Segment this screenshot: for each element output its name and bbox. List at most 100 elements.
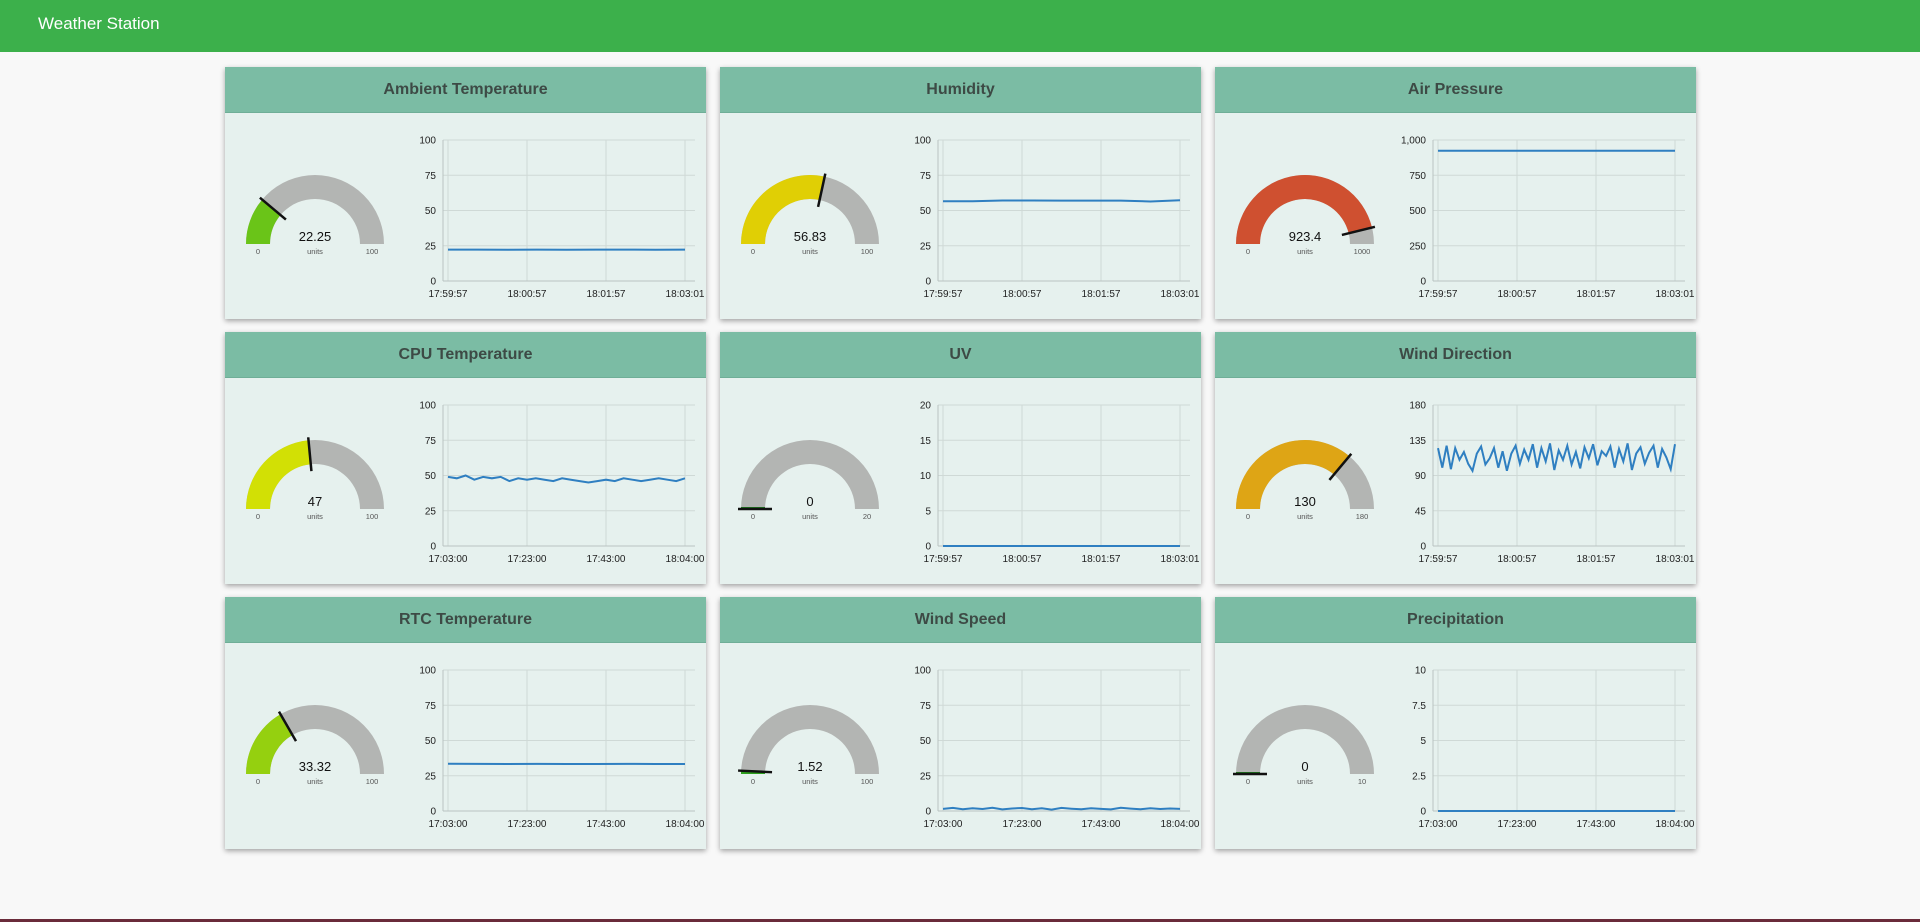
chart-x-tick: 17:23:00 — [508, 819, 547, 830]
card-title: Humidity — [720, 67, 1201, 113]
chart-y-tick: 75 — [425, 701, 437, 712]
chart-x-tick: 17:23:00 — [508, 554, 547, 565]
chart-x-tick: 17:59:57 — [924, 289, 963, 300]
chart-y-tick: 0 — [1420, 542, 1426, 553]
card-content: 0units0 202015105017:59:57 18:00:57 18:01:5… — [738, 401, 1200, 565]
chart-y-tick: 100 — [419, 401, 436, 412]
chart-y-tick: 75 — [425, 171, 437, 182]
chart-y-tick: 25 — [920, 241, 932, 252]
card-wind-speed: Wind Speed 1.52 units 0 100 100 75 50 25 0 17:03:… — [720, 597, 1201, 849]
chart-x-tick: 18:01:57 — [1577, 554, 1616, 565]
card-title: Ambient Temperature — [225, 67, 706, 113]
chart-x-tick: 18:04:00 — [1161, 819, 1200, 830]
gauge-min-label: 0 — [1246, 777, 1250, 786]
chart-x-tick: 17:43:00 — [1082, 819, 1121, 830]
chart-y-tick: 75 — [425, 436, 437, 447]
gauge-max-label: 1000 — [1354, 247, 1371, 256]
card-title: UV — [720, 332, 1201, 378]
chart-x-tick: 17:03:00 — [1419, 819, 1458, 830]
gauge-value: 33.32 — [299, 759, 332, 774]
card-content: 923.4units0 10001,000750500250017:59:57 18… — [1236, 136, 1695, 300]
chart-x-tick: 17:43:00 — [587, 819, 626, 830]
chart-x-tick: 18:00:57 — [1498, 289, 1537, 300]
gauge-min-label: 0 — [256, 777, 260, 786]
chart-y-tick: 750 — [1409, 171, 1426, 182]
chart-series-line — [1437, 441, 1676, 474]
card-content: 130units0 1801801359045017:59:57 18:00:57 1… — [1236, 401, 1695, 565]
chart-y-tick: 5 — [925, 506, 931, 517]
chart-y-tick: 20 — [920, 401, 932, 412]
chart-x-tick: 18:00:57 — [1003, 554, 1042, 565]
chart-series-line — [943, 199, 1181, 203]
chart-x-tick: 17:43:00 — [587, 554, 626, 565]
gauge-units: units — [307, 512, 323, 521]
gauge-min-label: 0 — [256, 512, 260, 521]
chart-x-tick: 17:59:57 — [429, 289, 468, 300]
chart-y-tick: 1,000 — [1401, 136, 1426, 147]
chart-x-tick: 18:04:00 — [666, 819, 705, 830]
chart-y-tick: 180 — [1409, 401, 1426, 412]
card-title: CPU Temperature — [225, 332, 706, 378]
chart-x-tick: 17:43:00 — [1577, 819, 1616, 830]
chart-x-tick: 18:03:01 — [1656, 289, 1695, 300]
chart-x-tick: 18:00:57 — [1498, 554, 1537, 565]
chart-y-tick: 0 — [925, 277, 931, 288]
gauge-max-label: 180 — [1356, 512, 1369, 521]
gauge-max-label: 100 — [861, 777, 874, 786]
gauge-value: 923.4 — [1289, 229, 1322, 244]
chart-y-tick: 50 — [920, 206, 932, 217]
card-precipitation: Precipitation 0 units 0 10 10 7.5 5 2.5 0 17:03:0… — [1215, 597, 1696, 849]
chart-x-tick: 18:04:00 — [1656, 819, 1695, 830]
chart-y-tick: 15 — [920, 436, 932, 447]
chart-x-tick: 17:23:00 — [1498, 819, 1537, 830]
gauge-fill — [246, 440, 311, 509]
card-content: 22.25units0 100100755025017:59:57 18:00:57… — [246, 136, 705, 300]
gauge-value: 22.25 — [299, 229, 332, 244]
card-rtc-temperature: RTC Temperature 33.32 units 0 100 100 75 50 25 0… — [225, 597, 706, 849]
card-content: 1.52units0 100100755025017:03:00 17:23:00 1… — [738, 666, 1200, 830]
card-humidity: Humidity 56.83 units 0 100 100 75 50 25 0 17:59:5… — [720, 67, 1201, 319]
card-uv: UV 0 units 0 20 20 15 10 5 0 17:59:57 18:00:57 18:0… — [720, 332, 1201, 584]
chart-y-tick: 75 — [920, 171, 932, 182]
chart-y-tick: 0 — [430, 277, 436, 288]
card-title: Wind Speed — [720, 597, 1201, 643]
chart-y-tick: 10 — [1415, 666, 1427, 677]
card-title: RTC Temperature — [225, 597, 706, 643]
gauge-value: 130 — [1294, 494, 1316, 509]
chart-x-tick: 18:01:57 — [587, 289, 626, 300]
chart-y-tick: 0 — [925, 542, 931, 553]
chart-x-tick: 17:59:57 — [924, 554, 963, 565]
chart-y-tick: 250 — [1409, 241, 1426, 252]
card-title: Air Pressure — [1215, 67, 1696, 113]
chart-x-tick: 17:03:00 — [924, 819, 963, 830]
card-content: 47units0 100100755025017:03:00 17:23:00 17:… — [246, 401, 705, 565]
chart-y-tick: 10 — [920, 471, 932, 482]
chart-y-tick: 500 — [1409, 206, 1426, 217]
gauge-max-label: 100 — [366, 247, 379, 256]
card-wind-direction: Wind Direction 130 units 0 180 180 135 90 45 0 17… — [1215, 332, 1696, 584]
chart-x-tick: 18:04:00 — [666, 554, 705, 565]
card-ambient-temperature: Ambient Temperature 22.25 units 0 100 100 75 5… — [225, 67, 706, 319]
chart-y-tick: 0 — [1420, 807, 1426, 818]
gauge-value: 56.83 — [794, 229, 827, 244]
card-title: Wind Direction — [1215, 332, 1696, 378]
chart-y-tick: 0 — [430, 542, 436, 553]
gauge-value: 47 — [308, 494, 322, 509]
card-air-pressure: Air Pressure 923.4 units 0 1000 1,000 750 500 2… — [1215, 67, 1696, 319]
gauge-min-label: 0 — [751, 777, 755, 786]
gauge-value: 0 — [1301, 759, 1308, 774]
chart-y-tick: 100 — [914, 666, 931, 677]
chart-y-tick: 25 — [425, 241, 437, 252]
chart-y-tick: 100 — [914, 136, 931, 147]
chart-x-tick: 17:59:57 — [1419, 289, 1458, 300]
gauge-value: 0 — [806, 494, 813, 509]
card-content: 56.83units0 100100755025017:59:57 18:00:57… — [741, 136, 1200, 300]
gauge-units: units — [307, 777, 323, 786]
chart-y-tick: 25 — [425, 771, 437, 782]
chart-x-tick: 17:03:00 — [429, 819, 468, 830]
chart-y-tick: 135 — [1409, 436, 1426, 447]
chart-y-tick: 0 — [1420, 277, 1426, 288]
chart-x-tick: 18:03:01 — [666, 289, 705, 300]
gauge-min-label: 0 — [751, 512, 755, 521]
chart-x-tick: 18:03:01 — [1161, 289, 1200, 300]
